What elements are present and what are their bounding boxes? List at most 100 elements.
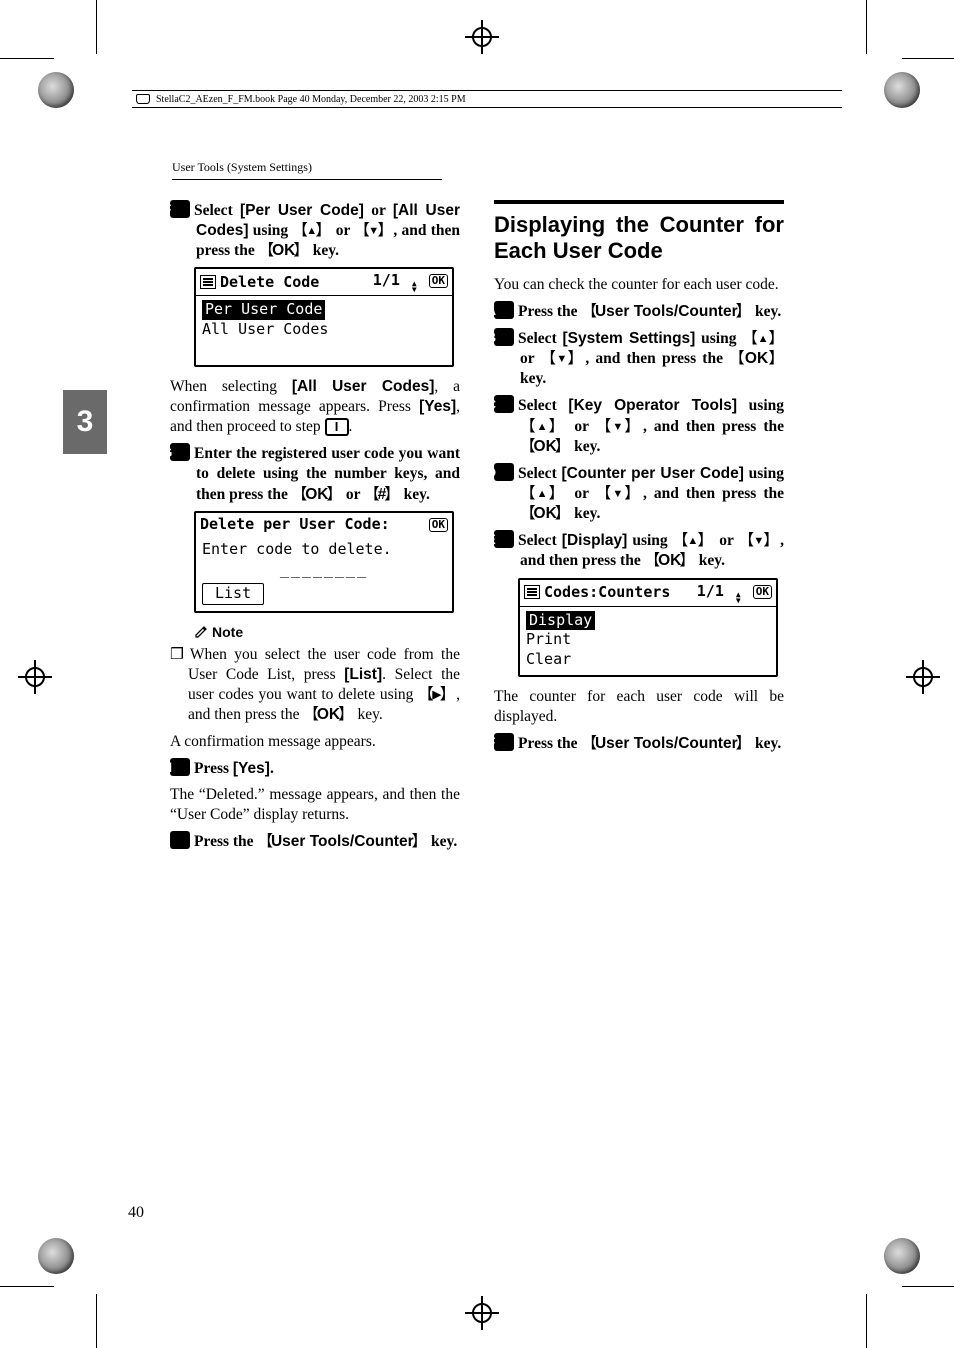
- ok-icon: OK: [429, 518, 448, 532]
- option-label: [All User Codes]: [292, 378, 435, 395]
- step-text: Select: [194, 202, 240, 219]
- r-step-5: ESelect [Display] using ▲ or ▼, and then…: [494, 530, 784, 571]
- lcd-body: Display Print Clear: [520, 607, 776, 676]
- step-8: HPress [Yes].: [170, 758, 460, 779]
- step5-result: The counter for each user code will be d…: [494, 687, 784, 727]
- lcd-selected-row: Per User Code: [202, 300, 325, 320]
- step8-result: The “Deleted.” message appears, and then…: [170, 785, 460, 825]
- content-columns: FSelect [Per User Code] or [All User Cod…: [170, 200, 850, 858]
- lcd-title: Delete per User Code:: [200, 515, 390, 535]
- down-key: ▼: [541, 350, 586, 367]
- option-label: [Yes]: [233, 760, 270, 777]
- step6-note: When selecting [All User Codes], a confi…: [170, 377, 460, 437]
- step-text: using: [744, 465, 784, 482]
- step-text: Press: [194, 760, 233, 777]
- up-key: ▲: [520, 485, 567, 502]
- crop-orb-br: [884, 1238, 920, 1274]
- step-text: Select: [518, 397, 568, 414]
- right-column: Displaying the Counter for Each User Cod…: [494, 200, 784, 858]
- note-tail: A confirmation message appears.: [170, 732, 460, 752]
- step-text: key.: [570, 438, 600, 455]
- crop-orb-tl: [38, 72, 74, 108]
- book-icon: [136, 94, 150, 104]
- right-key: ▶: [418, 686, 456, 703]
- lcd-input-line: ________: [202, 560, 446, 580]
- step-6: FSelect [Per User Code] or [All User Cod…: [170, 200, 460, 261]
- up-key: ▲: [292, 222, 331, 239]
- book-footer-text: StellaC2_AEzen_F_FM.book Page 40 Monday,…: [156, 94, 466, 105]
- hairline: [0, 1286, 54, 1287]
- step-text: Select: [518, 465, 561, 482]
- step-text: Select: [518, 532, 562, 549]
- lcd-selected-row: Display: [526, 611, 595, 631]
- user-tools-key: User Tools/Counter: [581, 735, 751, 752]
- page-number: 40: [128, 1204, 144, 1222]
- user-tools-key: User Tools/Counter: [257, 833, 427, 850]
- step-text: Press the: [194, 833, 257, 850]
- lcd-body: Per User Code All User Codes: [196, 296, 452, 365]
- r-step-6: FPress the User Tools/Counter key.: [494, 733, 784, 754]
- up-key: ▲: [520, 418, 567, 435]
- step-number-icon: G: [170, 443, 190, 461]
- step-text: or: [331, 222, 354, 239]
- ok-key: OK: [259, 242, 309, 259]
- section-intro: You can check the counter for each user …: [494, 275, 784, 295]
- crop-orb-bl: [38, 1238, 74, 1274]
- step-text: or: [342, 486, 364, 503]
- book-footer: StellaC2_AEzen_F_FM.book Page 40 Monday,…: [132, 90, 842, 108]
- hairline: [902, 1286, 954, 1287]
- step-text: , and then press the: [643, 485, 784, 502]
- lcd-title: Codes:Counters: [544, 583, 670, 601]
- hairline: [96, 1294, 97, 1348]
- step-number-icon: A: [494, 301, 514, 319]
- bullet-icon: ❒: [170, 646, 184, 663]
- step-text: key.: [751, 735, 781, 752]
- updown-icon: ▲▼: [736, 592, 741, 604]
- step-number-icon: H: [170, 758, 190, 776]
- ok-icon: OK: [753, 585, 772, 599]
- ok-key: OK: [303, 706, 353, 723]
- lcd-row: Clear: [526, 650, 770, 670]
- lcd-row: Enter code to delete.: [202, 540, 446, 560]
- note-heading: Note: [194, 623, 460, 641]
- updown-icon: ▲▼: [412, 281, 417, 293]
- step-text: or: [567, 485, 595, 502]
- r-step-3: CSelect [Key Operator Tools] using ▲ or …: [494, 395, 784, 456]
- lcd-page: 1/1: [697, 582, 724, 600]
- ok-key: OK: [292, 486, 342, 503]
- step-number-icon: F: [494, 733, 514, 751]
- option-label: [Per User Code]: [240, 202, 364, 219]
- step-number-icon: F: [170, 200, 190, 218]
- user-tools-key: User Tools/Counter: [581, 303, 751, 320]
- up-key: ▲: [742, 330, 784, 347]
- option-label: [Counter per User Code]: [561, 465, 744, 482]
- step-text: key.: [570, 505, 600, 522]
- lcd-row: Print: [526, 630, 770, 650]
- step-text: Select: [518, 330, 563, 347]
- hairline: [902, 58, 954, 59]
- hairline: [866, 1294, 867, 1348]
- r-step-2: BSelect [System Settings] using ▲ or ▼, …: [494, 328, 784, 389]
- step-number-icon: E: [494, 530, 514, 548]
- r-step-1: APress the User Tools/Counter key.: [494, 301, 784, 322]
- step-text: .: [270, 760, 274, 777]
- hash-key: #: [364, 486, 400, 503]
- lcd-title-bar: Delete per User Code: OK: [196, 513, 452, 537]
- step-text: using: [627, 532, 672, 549]
- step-number-icon: D: [494, 463, 514, 481]
- lcd-delete-per-user: Delete per User Code: OK Enter code to d…: [194, 511, 454, 613]
- down-key: ▼: [739, 532, 780, 549]
- pencil-icon: [194, 625, 208, 639]
- lcd-title-bar: Codes:Counters 1/1 ▲▼ OK: [520, 580, 776, 607]
- ok-key: OK: [729, 350, 784, 367]
- ok-key: OK: [645, 552, 695, 569]
- lcd-softkey-list: List: [202, 583, 264, 605]
- lcd-title-bar: Delete Code 1/1 ▲▼ OK: [196, 269, 452, 296]
- ok-icon: OK: [429, 274, 448, 288]
- step-text: using: [695, 330, 742, 347]
- up-key: ▲: [673, 532, 714, 549]
- menu-icon: [200, 275, 216, 289]
- step-text: using: [737, 397, 784, 414]
- note-label: Note: [212, 624, 243, 640]
- lcd-title: Delete Code: [220, 273, 319, 291]
